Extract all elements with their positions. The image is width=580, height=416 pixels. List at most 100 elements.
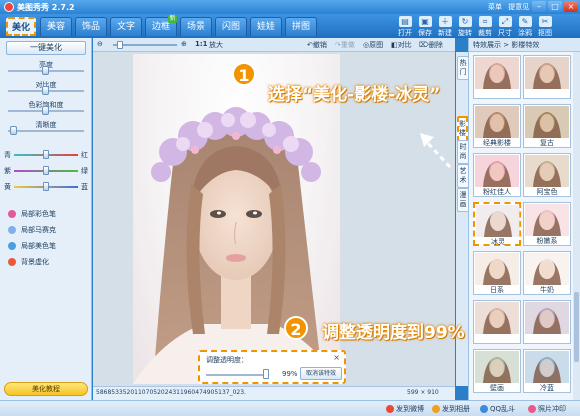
zoom-slider-knob[interactable]	[117, 41, 123, 49]
effect-thumbnail[interactable]: 阿宝色	[523, 153, 571, 197]
one-click-beautify-button[interactable]: 一键美化	[6, 41, 86, 55]
delete-button[interactable]: ⌦删除	[419, 40, 443, 50]
slider-knob[interactable]	[42, 106, 49, 115]
weibo-label: 发到微博	[396, 405, 424, 413]
tab-comic[interactable]: 漫画	[457, 188, 468, 212]
zoom-out-icon[interactable]: ⊖	[97, 40, 103, 48]
tab-scenes[interactable]: 场景	[180, 17, 212, 36]
cutout-button[interactable]: ✂ 抠图	[536, 16, 554, 38]
share-album-button[interactable]: 发到相册	[432, 404, 470, 414]
mosaic-icon	[8, 225, 16, 234]
photo-print-button[interactable]: 照片冲印	[528, 404, 566, 414]
open-button[interactable]: ▤ 打开	[396, 16, 414, 38]
rotate-label: 旋转	[458, 29, 472, 37]
menu-link[interactable]: 菜单	[488, 3, 502, 11]
open-icon: ▤	[398, 16, 412, 27]
file-name: 58685335201107052024311960474905137_023.	[96, 389, 246, 396]
slider-knob[interactable]	[42, 86, 49, 95]
share-weibo-button[interactable]: 发到微博	[386, 404, 424, 414]
actual-size-button[interactable]: 1:1	[195, 40, 208, 48]
minimize-icon[interactable]: –	[532, 1, 546, 12]
opacity-slider-knob[interactable]	[263, 369, 269, 379]
save-button[interactable]: ▣ 保存	[416, 16, 434, 38]
rotate-icon: ↻	[458, 16, 472, 27]
slider-knob[interactable]	[43, 150, 49, 159]
effect-label: 日系	[490, 286, 504, 294]
effects-breadcrumb: 特效展示 > 影楼特效	[469, 38, 580, 52]
undo-button[interactable]: ↶撤销	[307, 40, 327, 50]
tab-collage[interactable]: 拼图	[285, 17, 317, 36]
zoom-in-icon[interactable]: ⊕	[181, 40, 187, 48]
sharpness-slider[interactable]: 清晰度	[4, 120, 88, 135]
original-button[interactable]: ◎原图	[363, 40, 383, 50]
effect-label: 阿宝色	[536, 188, 558, 196]
opacity-slider-track[interactable]	[206, 374, 268, 376]
qq-label: QQ乱斗	[490, 405, 516, 413]
effect-thumbnail[interactable]	[473, 300, 521, 344]
doodle-button[interactable]: ✎ 涂鸦	[516, 16, 534, 38]
effect-thumbnail[interactable]: 牛奶	[523, 251, 571, 295]
new-button[interactable]: ＋ 新建	[436, 16, 454, 38]
slider-track	[8, 130, 84, 132]
effect-thumbnail[interactable]: 冰灵	[473, 202, 521, 246]
effect-thumbnail[interactable]: 日系	[473, 251, 521, 295]
yellow-label: 黄	[4, 183, 11, 191]
compare-button[interactable]: ◧对比	[391, 40, 412, 50]
resize-button[interactable]: ⤢ 尺寸	[496, 16, 514, 38]
enlarge-button[interactable]: 放大	[209, 40, 223, 50]
effect-thumbnail[interactable]: 经典影楼	[473, 104, 521, 148]
tab-hot[interactable]: 热门	[457, 56, 468, 80]
slider-knob[interactable]	[10, 126, 17, 135]
effect-thumbnail[interactable]: 冷蓝	[523, 349, 571, 393]
tab-dolls[interactable]: 娃娃	[250, 17, 282, 36]
effect-thumbnail[interactable]: 壁画	[473, 349, 521, 393]
slider-knob[interactable]	[43, 182, 49, 191]
effect-thumbnail[interactable]	[523, 300, 571, 344]
close-icon[interactable]: ×	[564, 1, 578, 12]
maximize-icon[interactable]: □	[548, 1, 562, 12]
local-mosaic-brush[interactable]: 局部马赛克	[8, 224, 56, 235]
tab-flash[interactable]: 闪图	[215, 17, 247, 36]
purple-green-slider[interactable]: 紫 绿	[4, 166, 88, 176]
effect-thumbnail[interactable]	[523, 55, 571, 99]
tab-beautify[interactable]: 美化	[6, 17, 36, 36]
scrollbar-thumb[interactable]	[574, 292, 579, 362]
saturation-slider[interactable]: 色彩饱和度	[4, 100, 88, 115]
opacity-popup: 调整透明度： × 99% 取消该特效	[198, 350, 346, 384]
effect-preview-image	[475, 155, 519, 187]
background-blur-brush[interactable]: 背景虚化	[8, 256, 49, 267]
redo-label: 重做	[340, 41, 355, 49]
cancel-effect-button[interactable]: 取消该特效	[300, 367, 342, 380]
popup-close-icon[interactable]: ×	[333, 353, 340, 362]
tab-text[interactable]: 文字	[110, 17, 142, 36]
tab-accessories[interactable]: 饰品	[75, 17, 107, 36]
tab-beauty[interactable]: 美容	[40, 17, 72, 36]
effect-thumbnail[interactable]	[473, 55, 521, 99]
bottom-share-bar: 发到微博 发到相册 QQ乱斗 照片冲印	[0, 400, 580, 416]
yellow-blue-slider[interactable]: 黄 蓝	[4, 182, 88, 192]
resize-label: 尺寸	[498, 29, 512, 37]
effect-label: 复古	[540, 139, 554, 147]
crop-button[interactable]: ⌗ 裁剪	[476, 16, 494, 38]
app-title: 美图秀秀 2.7.2	[17, 3, 75, 12]
brightness-slider[interactable]: 亮度	[4, 60, 88, 75]
slider-knob[interactable]	[42, 66, 49, 75]
local-color-brush[interactable]: 局部彩色笔	[8, 208, 56, 219]
redo-button[interactable]: ↷重做	[335, 40, 355, 50]
local-beauty-brush[interactable]: 局部美色笔	[8, 240, 56, 251]
rotate-button[interactable]: ↻ 旋转	[456, 16, 474, 38]
slider-knob[interactable]	[43, 166, 49, 175]
effect-thumbnail[interactable]: 复古	[523, 104, 571, 148]
tutorial-button[interactable]: 美化教程	[4, 382, 88, 396]
contrast-slider[interactable]: 对比度	[4, 80, 88, 95]
delete-label: 删除	[428, 41, 443, 49]
open-label: 打开	[398, 29, 412, 37]
effect-thumbnail[interactable]: 粉嫩系	[523, 202, 571, 246]
effect-label: 经典影楼	[483, 139, 511, 147]
qq-button[interactable]: QQ乱斗	[480, 404, 515, 414]
album-icon	[432, 405, 440, 413]
feedback-link[interactable]: 提意见	[508, 3, 529, 11]
cyan-red-slider[interactable]: 青 红	[4, 150, 88, 160]
effect-thumbnail[interactable]: 粉红佳人	[473, 153, 521, 197]
effects-scrollbar[interactable]	[573, 52, 580, 400]
